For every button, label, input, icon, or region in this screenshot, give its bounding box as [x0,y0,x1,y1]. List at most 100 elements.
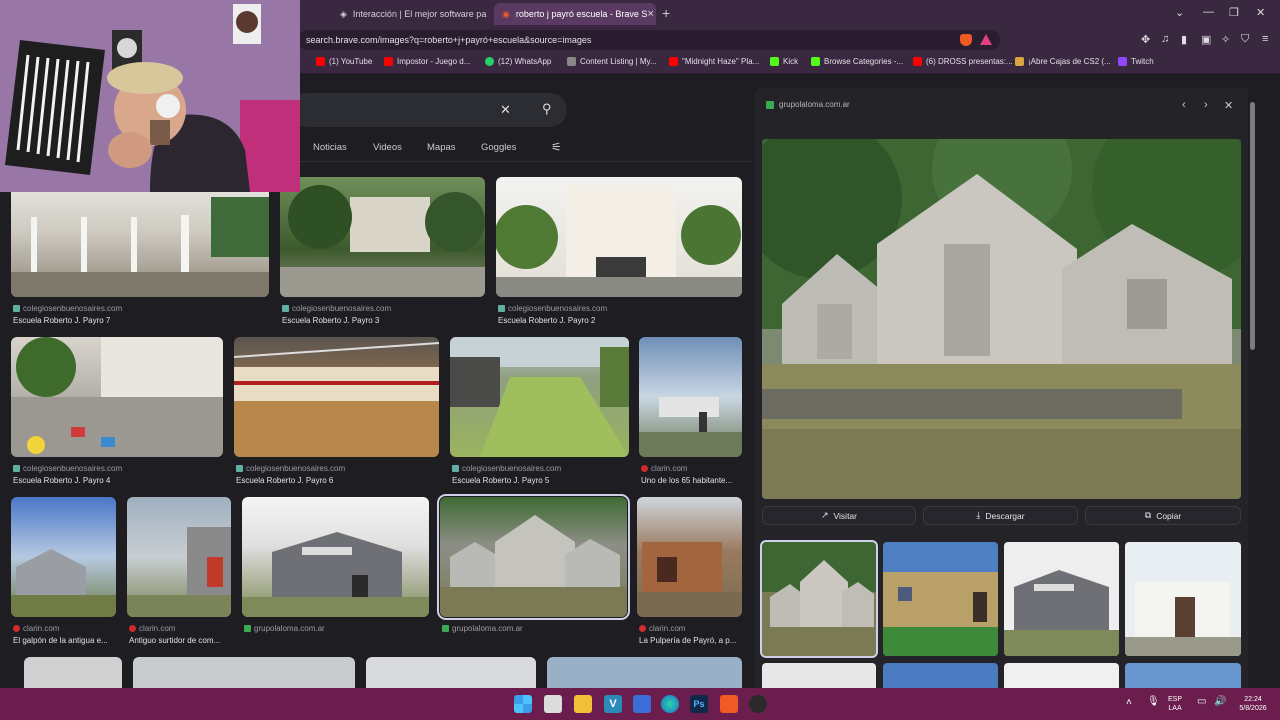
previous-icon[interactable]: ‹ [1182,99,1186,111]
tab-mapas[interactable]: Mapas [427,142,456,153]
result-source[interactable]: colegiosenbuenosaires.com [498,304,607,313]
related-image[interactable] [762,663,876,688]
result-image[interactable] [496,177,742,297]
result-caption[interactable]: Uno de los 65 habitante... [641,476,732,485]
result-caption[interactable]: Escuela Roberto J. Payro 7 [13,316,110,325]
download-button[interactable]: ⤓ Descargar [923,506,1078,525]
result-caption[interactable]: Escuela Roberto J. Payro 4 [13,476,110,485]
volume-icon[interactable]: 🔊 [1214,697,1226,707]
result-image[interactable] [133,657,355,688]
result-image[interactable] [242,497,429,617]
brave-shields-icon[interactable] [960,34,972,46]
result-source[interactable]: grupolaloma.com.ar [244,624,325,633]
result-caption[interactable]: El galpón de la antigua e... [13,636,108,645]
bookmark-whatsapp[interactable]: (12) WhatsApp [485,57,551,66]
result-source[interactable]: colegiosenbuenosaires.com [13,464,122,473]
close-window-button[interactable]: ✕ [1256,6,1265,19]
result-image[interactable] [24,657,122,688]
result-source[interactable]: colegiosenbuenosaires.com [452,464,561,473]
search-input[interactable]: ✕ ⚲ [290,93,567,127]
related-image[interactable] [1004,663,1119,688]
maximize-button[interactable]: ❐ [1229,6,1239,19]
photoshop-icon[interactable]: Ps [690,695,708,713]
wallet-icon[interactable]: ▣ [1201,33,1211,46]
result-caption[interactable]: Escuela Roberto J. Payro 5 [452,476,549,485]
close-preview-icon[interactable]: ✕ [1224,99,1233,112]
clear-icon[interactable]: ✕ [500,102,511,118]
result-source[interactable]: clarin.com [129,624,175,633]
task-view-icon[interactable] [544,695,562,713]
close-tab-icon[interactable]: × [647,8,653,20]
menu-icon[interactable]: ≡ [1262,33,1268,45]
app-icon[interactable] [633,695,651,713]
result-source[interactable]: grupolaloma.com.ar [442,624,523,633]
tab-list-icon[interactable]: ⌄ [1175,6,1184,19]
result-caption[interactable]: Escuela Roberto J. Payro 3 [282,316,379,325]
next-icon[interactable]: › [1204,99,1208,111]
filters-icon[interactable]: ⚟ [551,140,562,154]
music-icon[interactable]: ♫ [1161,33,1169,45]
related-image[interactable] [883,542,998,656]
search-icon[interactable]: ⚲ [542,101,552,117]
scrollbar-thumb[interactable] [1250,102,1255,350]
tab-brave-search[interactable]: ◉ roberto j payró escuela - Brave S × [494,3,656,25]
result-image[interactable] [127,497,231,617]
result-image-selected[interactable] [437,494,630,620]
result-image[interactable] [11,497,116,617]
brave-rewards-icon[interactable] [980,34,992,45]
bookmark-midnight-haze[interactable]: "Midnight Haze" Pla... [669,57,759,66]
result-image[interactable] [639,337,742,457]
minimize-button[interactable]: — [1203,6,1214,18]
result-image[interactable] [450,337,629,457]
microphone-icon[interactable]: 🎙 [1147,697,1160,707]
bookmark-browse-categories[interactable]: Browse Categories -... [811,57,903,66]
chevron-up-icon[interactable]: ˄ [1126,698,1132,708]
related-image[interactable] [1125,542,1241,656]
result-caption[interactable]: Escuela Roberto J. Payro 2 [498,316,595,325]
network-icon[interactable]: ▭ [1197,697,1206,707]
bookmark-content-listing[interactable]: Content Listing | My... [567,57,657,66]
related-image-selected[interactable] [760,540,878,658]
result-image[interactable] [547,657,742,688]
bookmark-cajas-cs2[interactable]: ¡Abre Cajas de CS2 (... [1015,57,1111,66]
tab-interaccion[interactable]: ◈ Interacción | El mejor software pa [332,3,490,25]
result-caption[interactable]: Escuela Roberto J. Payro 6 [236,476,333,485]
tab-noticias[interactable]: Noticias [313,142,347,153]
clock[interactable]: 22:24 5/8/2026 [1234,695,1272,713]
result-source[interactable]: clarin.com [13,624,59,633]
bookmark-dross[interactable]: (6) DROSS presentas:... [913,57,1013,66]
bookmark-youtube[interactable]: (1) YouTube [316,57,372,66]
related-image[interactable] [883,663,998,688]
copy-button[interactable]: ⧉ Copiar [1085,506,1241,525]
bookmark-impostor[interactable]: Impostor - Juego d... [384,57,470,66]
new-tab-button[interactable]: + [662,5,670,21]
result-source[interactable]: colegiosenbuenosaires.com [282,304,391,313]
panel-scrollbar[interactable] [1250,96,1256,686]
edge-icon[interactable] [661,695,679,713]
result-source[interactable]: colegiosenbuenosaires.com [13,304,122,313]
result-caption[interactable]: La Pulpería de Payró, a p... [639,636,736,645]
preview-image[interactable] [762,139,1241,499]
extensions-icon[interactable]: ✥ [1141,33,1150,46]
vegas-icon[interactable]: V [604,695,622,713]
bookmark-kick[interactable]: Kick [770,57,798,66]
address-bar[interactable]: search.brave.com/images?q=roberto+j+payr… [298,30,1000,50]
result-image[interactable] [234,337,439,457]
tab-goggles[interactable]: Goggles [481,142,516,153]
language-indicator[interactable]: ESP LAA [1168,695,1182,713]
bookmark-twitch[interactable]: Twitch [1118,57,1154,66]
result-image[interactable] [366,657,536,688]
sidebar-icon[interactable]: ▮ [1181,33,1187,46]
leo-icon[interactable]: ✧ [1221,33,1230,46]
obs-icon[interactable] [749,695,767,713]
result-source[interactable]: colegiosenbuenosaires.com [236,464,345,473]
tab-videos[interactable]: Videos [373,142,402,153]
preview-source[interactable]: grupolaloma.com.ar [766,100,850,109]
result-image[interactable] [11,337,223,457]
result-source[interactable]: clarin.com [639,624,685,633]
file-explorer-icon[interactable] [574,695,592,713]
related-image[interactable] [1004,542,1119,656]
visit-button[interactable]: ↗ Visitar [762,506,916,525]
start-icon[interactable] [514,695,532,713]
vpn-icon[interactable]: ⛉ [1241,33,1249,46]
